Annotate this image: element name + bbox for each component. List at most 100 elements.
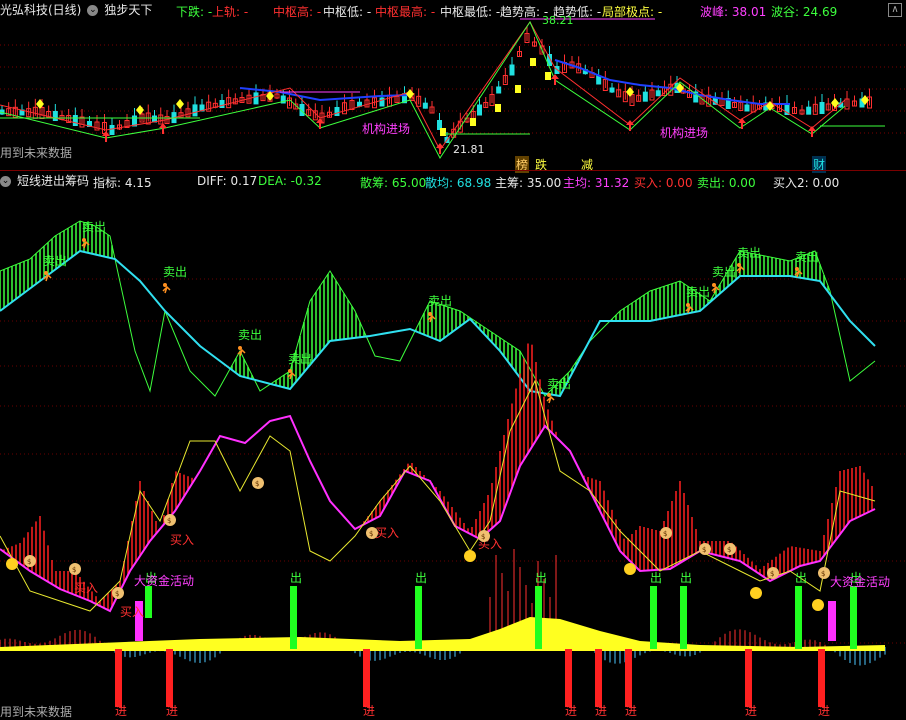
- main-average-line: [0, 414, 876, 613]
- out-label: 出: [535, 571, 547, 585]
- runner-icon: [712, 283, 716, 287]
- money-bag-icon: $: [255, 480, 259, 488]
- candle-body: [509, 64, 515, 76]
- candle-body: [744, 104, 750, 112]
- candle-body: [357, 101, 362, 107]
- in-label: 进: [565, 704, 577, 717]
- in-label: 进: [115, 704, 127, 717]
- runner-icon: [546, 395, 555, 404]
- money-bag-icon: $: [369, 530, 373, 538]
- trend-band-mark: [515, 85, 521, 93]
- sell-label: 卖出: [686, 285, 710, 299]
- big-fund-bar: [828, 601, 836, 641]
- smiley-icon: [6, 558, 18, 570]
- candle-body: [496, 86, 502, 94]
- inst-entry-label-left: 机构进场: [362, 122, 411, 136]
- trend-band-mark: [440, 128, 446, 136]
- big-fund-label-left: 大资金活动: [134, 574, 195, 588]
- candle-body: [334, 107, 340, 116]
- runner-icon: [238, 346, 242, 350]
- smiley-icon: [464, 550, 476, 562]
- buy-in-bar: [745, 649, 752, 707]
- in-label: 进: [745, 704, 757, 717]
- sell-label: 卖出: [288, 352, 312, 366]
- chip-indicator-chart[interactable]: 卖出卖出卖出卖出卖出卖出卖出卖出卖出卖出 卖出买入 买入买入买入买入出出出出出出出出…: [0, 171, 906, 717]
- candle-body: [192, 104, 198, 117]
- sell-label: 卖出: [163, 265, 187, 279]
- runner-icon: [163, 283, 167, 287]
- zigzag-red: [0, 21, 846, 151]
- trend-band-mark: [495, 104, 501, 112]
- buy-arrow-icon: [551, 74, 559, 85]
- out-label: 出: [290, 571, 302, 585]
- smiley-icon: [750, 587, 762, 599]
- candle-body: [72, 115, 78, 126]
- runner-icon: [162, 285, 171, 294]
- sell-label: 卖出: [712, 265, 736, 279]
- candle-body: [219, 100, 225, 108]
- price-high-label: 38.21: [542, 14, 574, 27]
- sell-label: 卖出: [737, 246, 761, 260]
- runner-icon: [795, 267, 799, 271]
- inst-entry-label-right: 机构进场: [660, 126, 709, 140]
- candle-body: [819, 102, 825, 114]
- buy-arrow-icon: [626, 120, 634, 131]
- trend-band-mark: [530, 58, 536, 66]
- candle-body: [477, 104, 482, 116]
- runner-icon: [44, 271, 48, 275]
- candle-body: [422, 102, 428, 109]
- buy-label: 买入: [375, 526, 399, 540]
- sell-out-bar: [650, 586, 657, 649]
- money-bag-icon: $: [770, 570, 774, 578]
- money-bag-icon: $: [72, 566, 76, 574]
- smiley-icon: [812, 599, 824, 611]
- buy-in-bar: [166, 649, 173, 707]
- runner-icon: [428, 312, 432, 316]
- sell-out-bar: [415, 586, 422, 649]
- trend-band-mark: [470, 118, 476, 126]
- dea-fill-yellow: [0, 617, 885, 651]
- runner-icon: [288, 369, 292, 373]
- candle-body: [609, 87, 615, 93]
- money-bag-icon: $: [702, 546, 706, 554]
- big-fund-label-right: 大资金活动: [830, 575, 891, 589]
- in-label: 进: [363, 704, 375, 717]
- buy-in-bar: [115, 649, 122, 707]
- sell-label: 卖出: [82, 220, 106, 234]
- money-bag-icon: $: [727, 546, 731, 554]
- runner-icon: [737, 263, 741, 267]
- out-label: 出: [795, 571, 807, 585]
- buy-in-bar: [363, 649, 370, 707]
- buy-label: 买入: [170, 533, 194, 547]
- out-label: 出: [415, 571, 427, 585]
- money-bag-icon: $: [115, 590, 119, 598]
- runner-icon: [686, 303, 690, 307]
- diamond-marker-icon: [176, 99, 184, 109]
- in-label: 进: [166, 704, 178, 717]
- candle-body: [253, 92, 259, 105]
- money-bag-icon: $: [663, 530, 667, 538]
- money-bag-icon: $: [481, 533, 485, 541]
- sell-out-bar: [795, 586, 802, 649]
- buy-in-bar: [625, 649, 632, 707]
- price-low-label: 21.81: [453, 143, 485, 156]
- buy-label: 买入: [120, 605, 144, 619]
- money-bag-icon: $: [821, 570, 825, 578]
- money-bag-icon: $: [167, 517, 171, 525]
- sell-label: 卖出: [547, 377, 571, 391]
- buy-in-bar: [818, 649, 825, 707]
- sell-label: 卖出: [795, 250, 819, 264]
- candle-body: [596, 75, 602, 85]
- buy-in-bar: [565, 649, 572, 707]
- in-label: 进: [595, 704, 607, 717]
- runner-icon: [82, 238, 86, 242]
- candle-body: [109, 125, 115, 135]
- money-bag-icon: $: [27, 558, 31, 566]
- buy-label: 买入: [74, 581, 98, 595]
- sell-out-bar: [850, 586, 857, 649]
- candle-body: [655, 90, 661, 97]
- candle-body: [642, 91, 648, 102]
- sell-out-bar: [535, 586, 542, 649]
- candle-body: [806, 106, 812, 115]
- sell-out-bar: [680, 586, 687, 649]
